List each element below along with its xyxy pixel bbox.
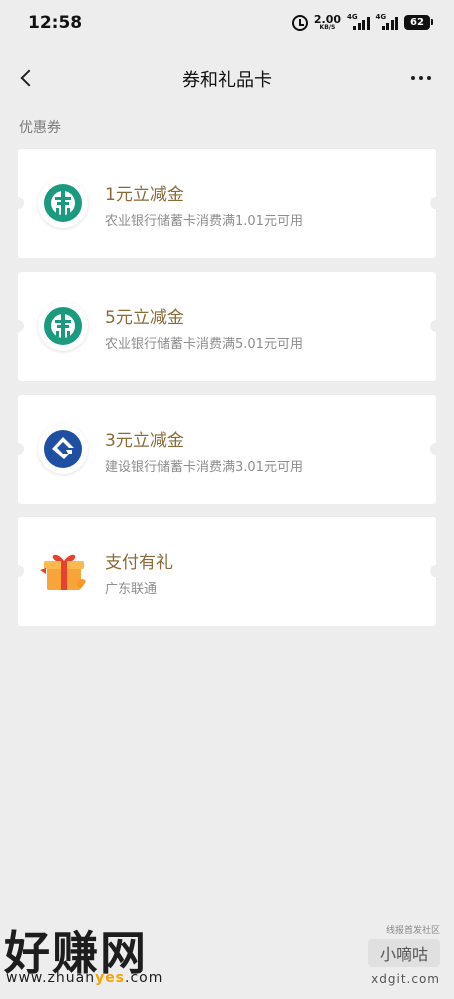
- watermark: 好赚网 www.zhuanyes.com 线报首发社区 小嘀咕 xdgit.co…: [0, 915, 454, 999]
- battery-icon: 62: [404, 15, 433, 30]
- coupon-desc: 农业银行储蓄卡消费满5.01元可用: [105, 337, 303, 352]
- coupon-title: 5元立减金: [105, 308, 184, 328]
- status-icons: 2.00 KB/S 4G 4G 62: [291, 12, 433, 31]
- watermark-badge: 小嘀咕: [368, 939, 440, 967]
- gift-box-icon: [38, 546, 88, 596]
- coupon-desc: 农业银行储蓄卡消费满1.01元可用: [105, 214, 303, 229]
- abc-bank-logo-icon: [38, 301, 88, 351]
- nav-bar: 券和礼品卡: [0, 56, 454, 100]
- coupon-card[interactable]: 支付有礼 广东联通: [12, 517, 442, 626]
- coupon-card[interactable]: 3元立减金 建设银行储蓄卡消费满3.01元可用: [12, 395, 442, 504]
- battery-level: 62: [410, 17, 424, 28]
- signal-icon-sim2: 4G: [375, 12, 398, 30]
- abc-bank-logo-icon: [38, 178, 88, 228]
- status-bar: 12:58 2.00 KB/S 4G 4G 62: [0, 0, 454, 48]
- page-title: 券和礼品卡: [182, 70, 272, 91]
- sim1-network: 4G: [347, 12, 358, 21]
- net-speed: 2.00 KB/S: [314, 14, 341, 31]
- more-dot-icon: [427, 76, 431, 80]
- more-dot-icon: [411, 76, 415, 80]
- coupon-desc: 广东联通: [105, 582, 158, 597]
- coupon-title: 1元立减金: [105, 185, 184, 205]
- sim2-network: 4G: [375, 12, 387, 21]
- coupon-title: 支付有礼: [105, 553, 173, 573]
- more-dot-icon: [419, 76, 423, 80]
- watermark-tagline: 线报首发社区: [385, 926, 440, 936]
- coupon-desc: 建设银行储蓄卡消费满3.01元可用: [105, 460, 303, 475]
- coupon-title: 3元立减金: [105, 431, 184, 451]
- section-label-coupons: 优惠券: [19, 120, 61, 136]
- ccb-bank-logo-icon: [38, 424, 88, 474]
- coupon-card[interactable]: 1元立减金 农业银行储蓄卡消费满1.01元可用: [12, 149, 442, 258]
- coupon-card[interactable]: 5元立减金 农业银行储蓄卡消费满5.01元可用: [12, 272, 442, 381]
- alarm-icon: [291, 14, 308, 31]
- net-speed-unit: KB/S: [319, 24, 336, 31]
- watermark-site-url: xdgit.com: [371, 972, 440, 986]
- watermark-url: www.zhuanyes.com: [6, 970, 164, 986]
- more-button[interactable]: [406, 64, 436, 92]
- status-time: 12:58: [28, 13, 83, 33]
- signal-icon-sim1: 4G: [347, 12, 370, 30]
